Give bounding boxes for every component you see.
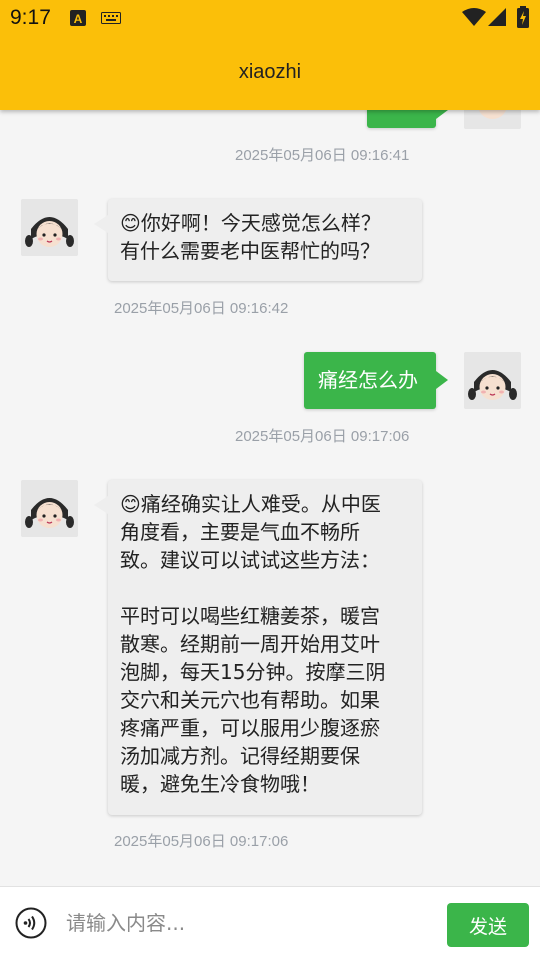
message-bubble[interactable]	[367, 110, 448, 128]
input-bar: 发送	[0, 886, 540, 960]
status-time: 9:17	[10, 6, 51, 29]
message-timestamp: 2025年05月06日 09:17:06	[114, 833, 289, 850]
message-bubble[interactable]: 😊你好啊！今天感觉怎么样？ 有什么需要老中医帮忙的吗？	[94, 199, 422, 281]
message-bubble[interactable]: 😊痛经确实让人难受。从中医 角度看，主要是气血不畅所 致。建议可以试试这些方法：…	[94, 480, 422, 815]
girl-avatar-icon	[21, 480, 78, 537]
avatar[interactable]	[464, 110, 521, 129]
girl-avatar-icon	[464, 352, 521, 409]
message-input[interactable]	[66, 901, 436, 945]
page-title: xiaozhi	[238, 61, 302, 83]
message-bubble[interactable]: 痛经怎么办	[304, 352, 448, 409]
battery-charging-icon	[517, 6, 529, 28]
avatar[interactable]	[464, 352, 521, 409]
send-button[interactable]: 发送	[447, 903, 529, 947]
avatar[interactable]	[21, 480, 78, 537]
signal-icon	[488, 8, 506, 26]
voice-icon[interactable]	[15, 907, 47, 939]
message-timestamp: 2025年05月06日 09:16:42	[114, 300, 289, 317]
message-timestamp: 2025年05月06日 09:17:06	[235, 428, 410, 445]
avatar[interactable]	[21, 199, 78, 256]
girl-avatar-icon	[21, 199, 78, 256]
app-header: 9:17 A xiaozhi	[0, 0, 540, 110]
a-badge-icon: A	[70, 10, 86, 26]
keyboard-icon	[101, 12, 121, 24]
status-bar: 9:17 A	[0, 0, 540, 36]
svg-text:A: A	[74, 12, 83, 26]
girl-avatar-icon	[464, 110, 521, 129]
message-timestamp: 2025年05月06日 09:16:41	[235, 147, 410, 164]
chat-list[interactable]: 2025年05月06日 09:16:41 😊你好啊！今天感觉怎么样？ 有什么需要…	[0, 110, 540, 886]
wifi-icon	[462, 8, 486, 26]
